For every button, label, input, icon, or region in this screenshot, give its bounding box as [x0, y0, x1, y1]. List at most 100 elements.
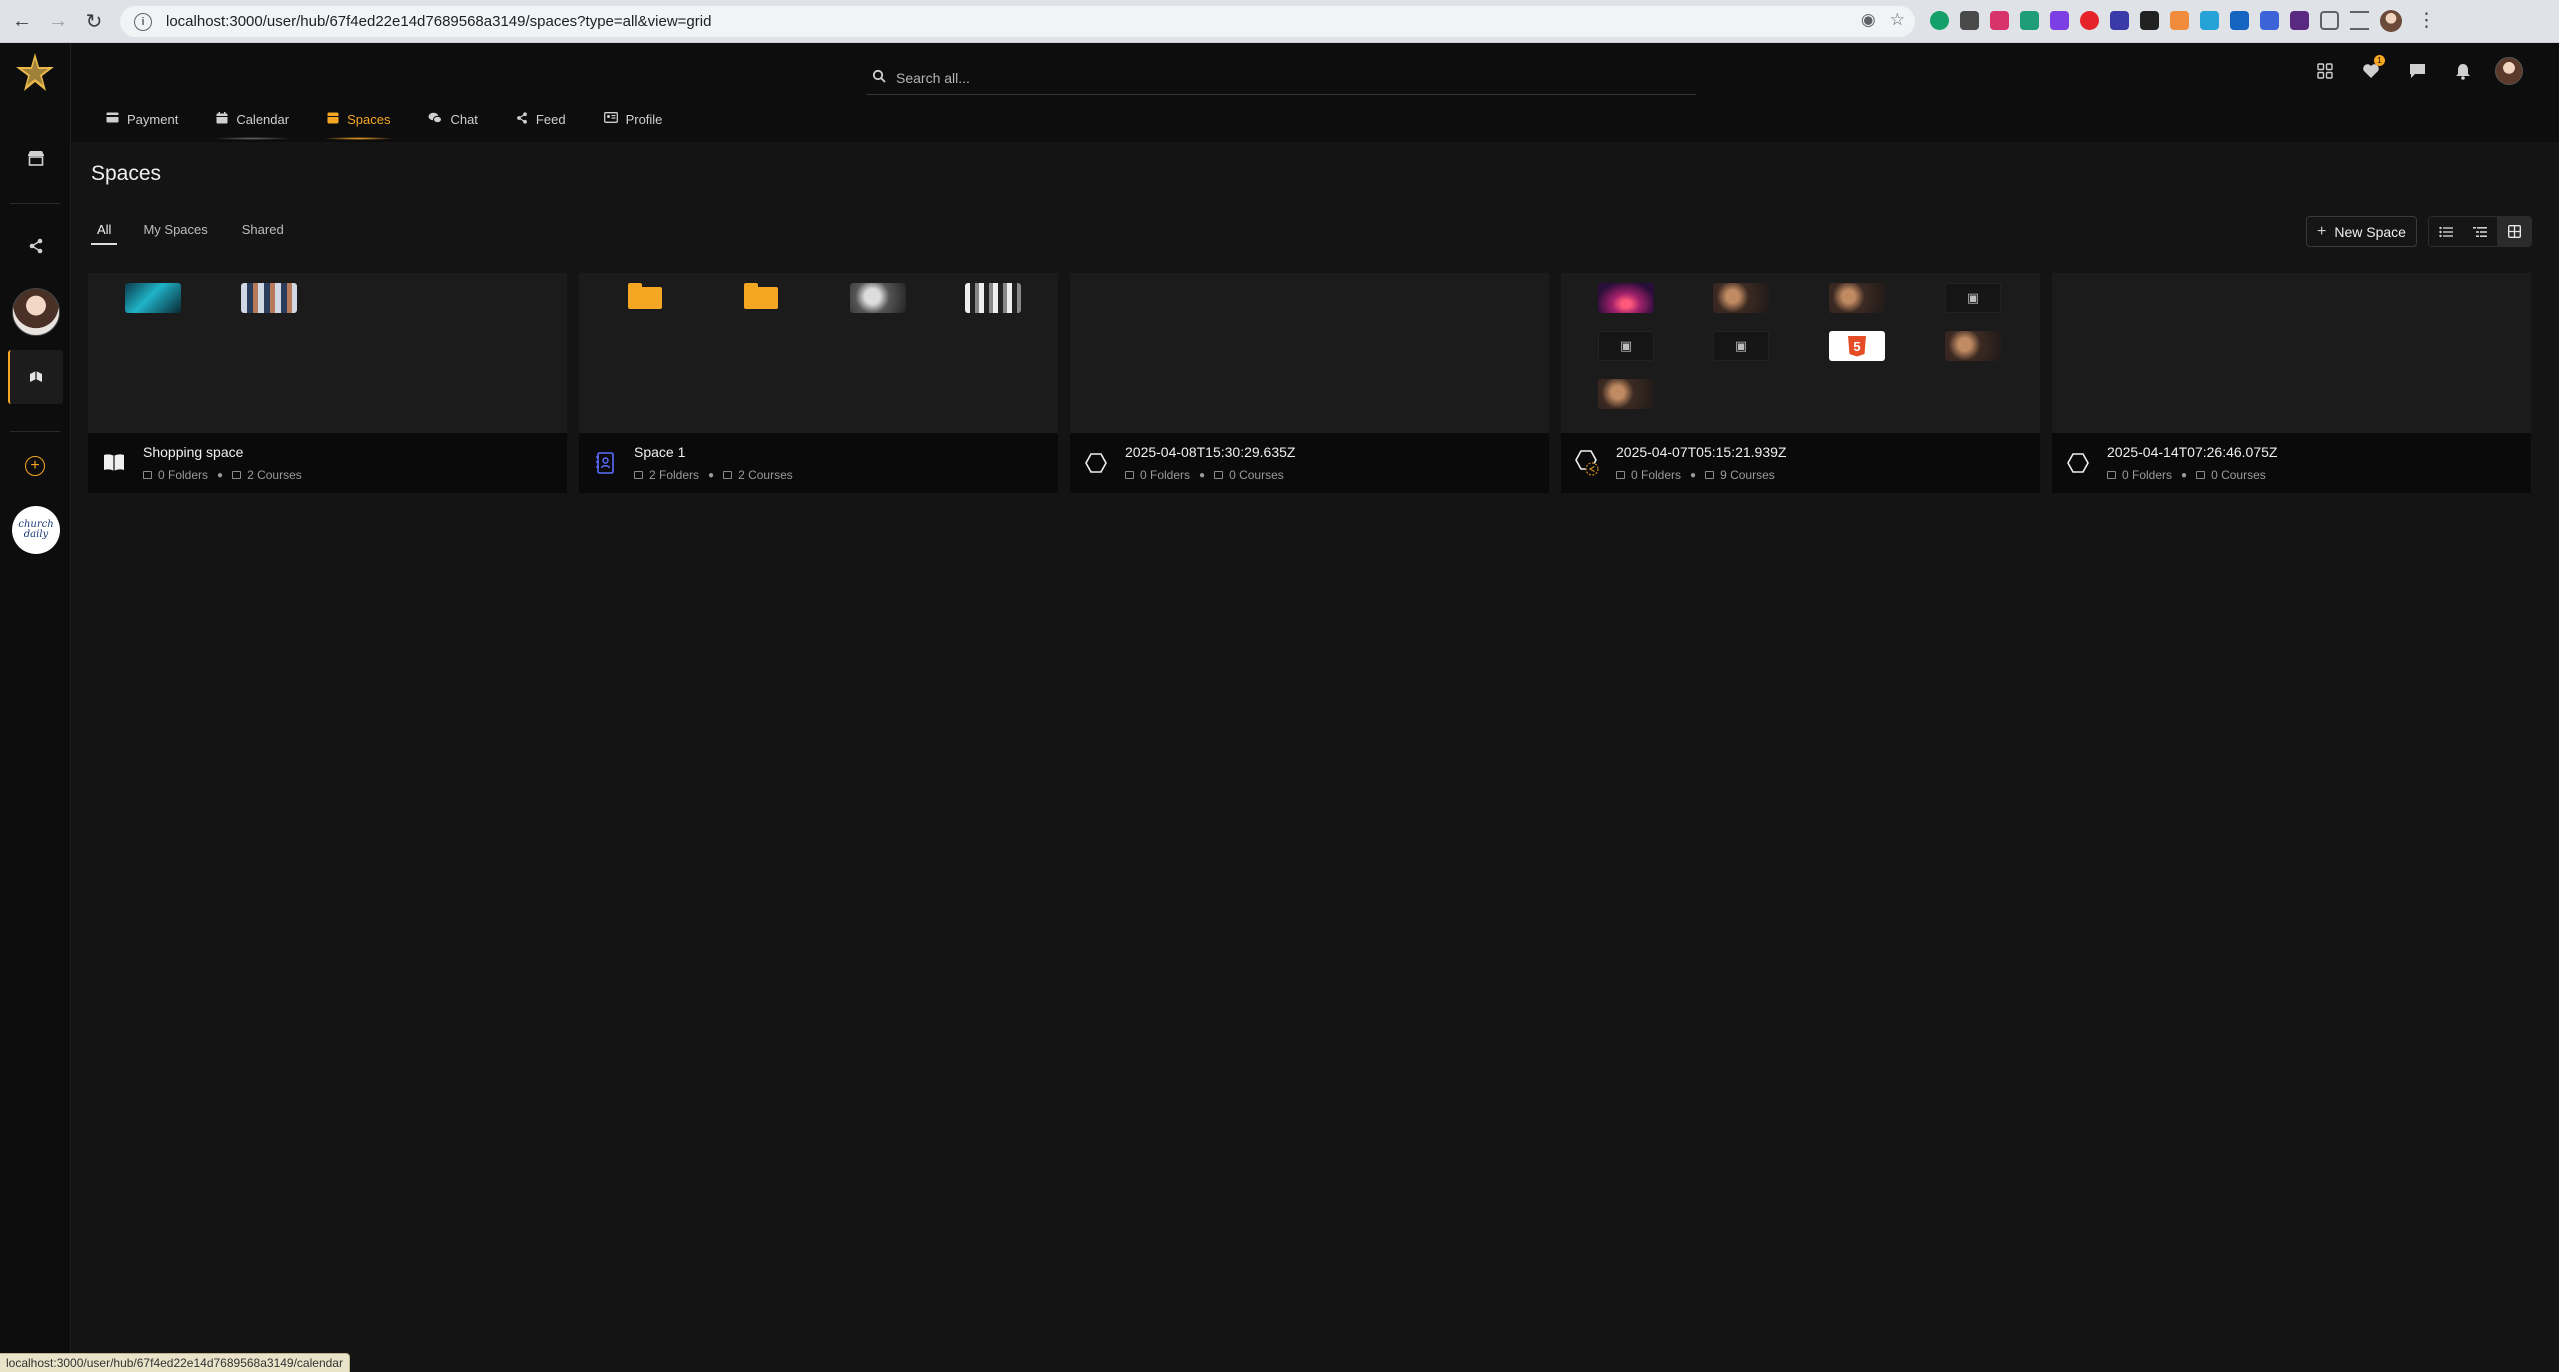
course-thumbnail[interactable]	[125, 283, 181, 313]
store-icon[interactable]	[17, 139, 55, 177]
space-card[interactable]: 2025-04-14T07:26:46.075Z 0 Folders ● 0 C…	[2052, 273, 2531, 493]
course-thumbnail[interactable]	[1598, 283, 1654, 313]
main-content: Spaces All My Spaces Shared + New Space	[71, 142, 2559, 1372]
space-card-footer: Space 1 2 Folders ● 2 Courses	[579, 433, 1058, 493]
extension-icon[interactable]	[2170, 11, 2189, 30]
space-meta: 0 Folders ● 0 Courses	[2107, 468, 2266, 482]
tab-feed[interactable]: Feed	[498, 109, 584, 129]
book-icon	[101, 450, 127, 476]
course-icon	[1214, 471, 1224, 479]
share-icon[interactable]	[17, 227, 55, 265]
space-card[interactable]: 2025-04-08T15:30:29.635Z 0 Folders ● 0 C…	[1070, 273, 1549, 493]
extension-icon[interactable]	[2260, 11, 2279, 30]
extension-icon[interactable]	[2230, 11, 2249, 30]
space-thumbnails	[88, 273, 567, 433]
tree-view-button[interactable]	[2463, 217, 2497, 246]
forward-icon[interactable]: →	[44, 7, 72, 35]
filter-shared[interactable]: Shared	[234, 222, 292, 245]
global-search[interactable]	[866, 61, 1696, 95]
course-thumbnail[interactable]	[1713, 283, 1769, 313]
search-input[interactable]	[896, 69, 1656, 86]
reload-icon[interactable]: ↻	[80, 7, 108, 35]
space-name: 2025-04-07T05:15:21.939Z	[1616, 444, 1787, 460]
back-icon[interactable]: ←	[8, 7, 36, 35]
bookmark-star-icon[interactable]: ☆	[1890, 10, 1905, 30]
extension-icon[interactable]	[2050, 11, 2069, 30]
space-meta: 2 Folders ● 2 Courses	[634, 468, 793, 482]
tab-profile[interactable]: Profile	[586, 109, 681, 129]
image-placeholder-icon[interactable]: ▣	[1713, 331, 1769, 361]
space-name: 2025-04-14T07:26:46.075Z	[2107, 444, 2278, 460]
extension-icon[interactable]	[2290, 11, 2309, 30]
hexagon-icon	[1083, 450, 1109, 476]
tree-view-icon	[2473, 226, 2487, 237]
course-thumbnail[interactable]	[965, 283, 1021, 313]
image-placeholder-icon[interactable]: ▣	[1598, 331, 1654, 361]
extensions-puzzle-icon[interactable]	[2320, 11, 2339, 30]
spaces-icon[interactable]	[17, 358, 55, 396]
notifications-bell-icon[interactable]	[2449, 57, 2477, 85]
space-card[interactable]: ▣ ▣ ▣ 5 2025-04-07T05:15:21.939Z 0 Folde…	[1561, 273, 2040, 493]
tab-spaces[interactable]: Spaces	[309, 109, 408, 140]
tab-indicator	[102, 137, 182, 140]
folder-thumbnail-icon[interactable]	[744, 283, 778, 309]
extension-icon[interactable]	[1960, 11, 1979, 30]
space-meta: 0 Folders ● 9 Courses	[1616, 468, 1775, 482]
space-thumbnails: ▣ ▣ ▣ 5	[1561, 273, 2040, 433]
course-thumbnail[interactable]	[1945, 331, 2001, 361]
add-hub-icon[interactable]: +	[25, 456, 45, 476]
messages-icon[interactable]	[2403, 57, 2431, 85]
space-card[interactable]: Shopping space 0 Folders ● 2 Courses	[88, 273, 567, 493]
extension-adblock-icon[interactable]	[2080, 11, 2099, 30]
course-thumbnail[interactable]	[241, 283, 297, 313]
tab-active-indicator	[323, 137, 395, 140]
site-info-icon[interactable]: i	[134, 12, 152, 31]
space-thumbnails	[579, 273, 1058, 433]
eye-icon[interactable]: ◉	[1861, 10, 1876, 30]
list-view-button[interactable]	[2429, 217, 2463, 246]
folder-icon	[143, 471, 152, 479]
folder-icon	[1125, 471, 1134, 479]
extension-icon[interactable]	[2200, 11, 2219, 30]
address-bar[interactable]: i localhost:3000/user/hub/67f4ed22e14d76…	[120, 6, 1915, 37]
top-bar: 1 Payment Calendar Space	[71, 43, 2559, 142]
tab-chat[interactable]: Chat	[410, 109, 495, 129]
space-card[interactable]: Space 1 2 Folders ● 2 Courses	[579, 273, 1058, 493]
extension-icon[interactable]	[2140, 11, 2159, 30]
filter-my-spaces[interactable]: My Spaces	[135, 222, 215, 245]
folder-thumbnail-icon[interactable]	[628, 283, 662, 309]
grid-view-button[interactable]	[2497, 217, 2531, 246]
likes-badge: 1	[2374, 55, 2385, 66]
extension-icon[interactable]	[2110, 11, 2129, 30]
browser-menu-icon[interactable]: ⋮	[2417, 9, 2436, 32]
reading-list-icon[interactable]	[2350, 11, 2369, 30]
course-thumbnail[interactable]	[850, 283, 906, 313]
browser-profile-avatar[interactable]	[2380, 9, 2402, 32]
new-space-button[interactable]: + New Space	[2306, 216, 2417, 247]
extension-icon[interactable]	[1990, 11, 2009, 30]
new-space-label: New Space	[2334, 223, 2406, 240]
extension-grammarly-icon[interactable]	[1930, 11, 1949, 30]
tab-calendar[interactable]: Calendar	[198, 109, 307, 140]
likes-heart-icon[interactable]: 1	[2357, 55, 2385, 85]
tab-hover-indicator	[212, 137, 294, 140]
space-card-footer: Shopping space 0 Folders ● 2 Courses	[88, 433, 567, 493]
church-daily-logo[interactable]: church daily	[12, 506, 60, 554]
course-count: 0 Courses	[1229, 468, 1284, 482]
address-url[interactable]: localhost:3000/user/hub/67f4ed22e14d7689…	[166, 13, 711, 30]
space-card-footer: 2025-04-14T07:26:46.075Z 0 Folders ● 0 C…	[2052, 433, 2531, 493]
tab-payment[interactable]: Payment	[88, 109, 196, 129]
apps-grid-icon[interactable]	[2311, 57, 2339, 85]
extension-icon[interactable]	[2020, 11, 2039, 30]
app-logo[interactable]	[14, 51, 56, 95]
list-view-icon	[2439, 226, 2453, 237]
html5-logo-icon[interactable]: 5	[1829, 331, 1885, 361]
user-avatar[interactable]	[12, 288, 60, 336]
profile-avatar[interactable]	[2495, 57, 2523, 85]
church-logo-text: church daily	[18, 519, 54, 540]
image-placeholder-icon[interactable]: ▣	[1945, 283, 2001, 313]
filter-all[interactable]: All	[91, 222, 118, 245]
course-thumbnail[interactable]	[1598, 379, 1654, 409]
course-thumbnail[interactable]	[1829, 283, 1885, 313]
course-count: 2 Courses	[247, 468, 302, 482]
